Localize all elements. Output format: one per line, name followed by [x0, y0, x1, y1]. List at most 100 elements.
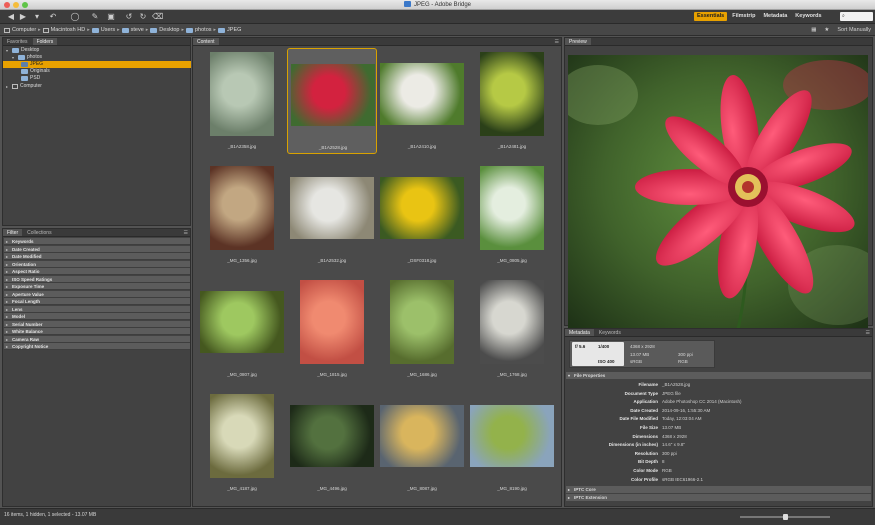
crumb-jpeg[interactable]: JPEG — [227, 27, 241, 33]
slider-thumb[interactable] — [783, 514, 788, 520]
thumbnail-image[interactable] — [290, 405, 374, 467]
workspace-essentials[interactable]: Essentials — [694, 12, 728, 21]
thumbnail-item[interactable]: _MG_1356.jpg — [197, 162, 287, 268]
thumbnail-image[interactable] — [480, 166, 544, 250]
filter-date-created[interactable]: Date Created — [4, 245, 190, 253]
open-in-camera-raw-icon[interactable]: ▣ — [106, 12, 116, 22]
triangle-down-icon[interactable]: ▾ — [6, 47, 10, 54]
thumbnail-image[interactable] — [470, 405, 554, 467]
filter-aspect-ratio[interactable]: Aspect Ratio — [4, 268, 190, 275]
metadata-value[interactable]: 300 ppi — [662, 450, 677, 457]
tab-favorites[interactable]: Favorites — [3, 38, 32, 45]
thumbnail-image[interactable] — [380, 405, 464, 467]
filter-aperture[interactable]: Aperture Value — [4, 290, 190, 298]
thumbnail-image[interactable] — [290, 177, 374, 239]
workspace-filmstrip[interactable]: Filmstrip — [729, 12, 758, 21]
metadata-value[interactable]: 14.6" x 9.8" — [662, 441, 685, 448]
tree-item-psd[interactable]: PSD — [3, 75, 191, 82]
crumb-steve[interactable]: steve — [131, 27, 144, 33]
metadata-value[interactable]: _B1A2528.jpg — [662, 381, 690, 388]
filter-white-balance[interactable]: White Balance — [4, 328, 190, 335]
thumbnail-item[interactable]: _B1A2481.jpg — [467, 48, 557, 154]
thumbnail-item[interactable]: _B1A2358.jpg — [197, 48, 287, 154]
thumbnail-item[interactable]: _MG_0807.jpg — [197, 276, 287, 382]
filter-orientation[interactable]: Orientation — [4, 260, 190, 268]
back-icon[interactable]: ◀ — [6, 12, 16, 22]
thumbnail-image[interactable] — [380, 63, 464, 125]
thumbnail-item[interactable]: _MG_8190.jpg — [467, 390, 557, 496]
tab-keywords[interactable]: Keywords — [595, 329, 625, 336]
thumbnail-image[interactable] — [380, 177, 464, 239]
triangle-down-icon[interactable]: ▾ — [12, 54, 16, 61]
go-parent-icon[interactable]: ↶ — [48, 12, 58, 22]
thumbnail-item[interactable]: _MG_4496.jpg — [287, 390, 377, 496]
metadata-value[interactable]: Adobe Photoshop CC 2014 (Macintosh) — [662, 398, 742, 405]
crumb-macintosh-hd[interactable]: Macintosh HD — [51, 27, 86, 33]
panel-menu-icon[interactable]: ☰ — [866, 329, 870, 337]
thumbnail-item[interactable]: _MG_4187.jpg — [197, 390, 287, 496]
thumbnail-image[interactable] — [210, 52, 274, 136]
tree-item-originals[interactable]: Originals — [3, 68, 191, 75]
rotate-left-icon[interactable]: ↺ — [124, 12, 134, 22]
tab-filter[interactable]: Filter — [3, 229, 23, 236]
delete-icon[interactable]: ⌫ — [152, 12, 163, 22]
tree-item-desktop[interactable]: ▾ Desktop — [3, 47, 191, 54]
metadata-value[interactable]: RGB — [662, 467, 672, 474]
thumbnail-image[interactable] — [480, 280, 544, 364]
section-file-properties[interactable]: ▾ File Properties — [566, 372, 871, 379]
crumb-users[interactable]: Users — [101, 27, 115, 33]
view-grid-icon[interactable]: ▦ — [811, 27, 816, 33]
crumb-computer[interactable]: Computer — [12, 27, 36, 33]
thumbnail-image[interactable] — [480, 52, 544, 136]
tab-collections[interactable]: Collections — [23, 229, 55, 236]
refine-icon[interactable]: ✎ — [90, 12, 100, 22]
thumbnail-image[interactable] — [291, 64, 375, 126]
filter-iso-speed[interactable]: ISO Speed Ratings — [4, 275, 190, 283]
sort-label[interactable]: Sort Manually — [837, 27, 871, 33]
crumb-photos[interactable]: photos — [195, 27, 212, 33]
tab-content[interactable]: Content — [193, 38, 219, 45]
triangle-right-icon[interactable]: ▸ — [6, 83, 10, 90]
camera-download-icon[interactable]: ◯ — [70, 12, 80, 22]
thumbnail-item[interactable]: _MG_8087.jpg — [377, 390, 467, 496]
crumb-desktop[interactable]: Desktop — [159, 27, 179, 33]
tab-preview[interactable]: Preview — [565, 38, 591, 45]
workspace-metadata[interactable]: Metadata — [760, 12, 790, 21]
thumbnail-item[interactable]: _DSF0318.jpg — [377, 162, 467, 268]
recent-folder-icon[interactable]: ▾ — [32, 12, 42, 22]
thumbnail-image[interactable] — [200, 291, 284, 353]
thumbnail-item[interactable]: _B1A2410.jpg — [377, 48, 467, 154]
thumbnail-image[interactable] — [390, 280, 454, 364]
metadata-value[interactable]: JPEG file — [662, 390, 681, 397]
filter-serial-number[interactable]: Serial Number — [4, 320, 190, 328]
rotate-right-icon[interactable]: ↻ — [138, 12, 148, 22]
forward-icon[interactable]: ▶ — [18, 12, 28, 22]
panel-menu-icon[interactable]: ☰ — [184, 229, 188, 237]
thumbnail-image[interactable] — [210, 394, 274, 478]
close-window-button[interactable] — [4, 2, 10, 8]
section-iptc-extension[interactable]: ▸ IPTC Extension — [566, 494, 871, 501]
tab-folders[interactable]: Folders — [32, 38, 58, 45]
filter-lens[interactable]: Lens — [4, 305, 190, 313]
metadata-value[interactable]: 8 — [662, 458, 665, 465]
panel-menu-icon[interactable]: ☰ — [555, 38, 559, 46]
tree-item-computer[interactable]: ▸ Computer — [3, 83, 191, 90]
tab-metadata[interactable]: Metadata — [565, 329, 594, 336]
thumbnail-item[interactable]: _B1A2532.jpg — [287, 162, 377, 268]
metadata-value[interactable]: 4368 x 2928 — [662, 433, 687, 440]
thumbnail-item[interactable]: _MG_0805.jpg — [467, 162, 557, 268]
filter-focal-length[interactable]: Focal Length — [4, 298, 190, 305]
metadata-value[interactable]: sRGB IEC61966-2.1 — [662, 476, 703, 483]
filter-date-modified[interactable]: Date Modified — [4, 253, 190, 260]
thumbnail-image[interactable] — [210, 166, 274, 250]
filter-copyright[interactable]: Copyright Notice — [4, 343, 190, 350]
thumbnail-image[interactable] — [300, 280, 364, 364]
star-filter-icon[interactable]: ★ — [824, 27, 829, 33]
thumbnail-item[interactable]: _MG_1686.jpg — [377, 276, 467, 382]
section-iptc-core[interactable]: ▸ IPTC Core — [566, 486, 871, 493]
tree-item-photos[interactable]: ▾ photos — [3, 54, 191, 61]
filter-camera-raw[interactable]: Camera Raw — [4, 335, 190, 343]
metadata-value[interactable]: Today, 12:03:04 AM — [662, 415, 701, 422]
metadata-value[interactable]: 2014-09-16, 1:55:30 AM — [662, 407, 710, 414]
search-input[interactable]: ⌕ — [840, 12, 873, 21]
